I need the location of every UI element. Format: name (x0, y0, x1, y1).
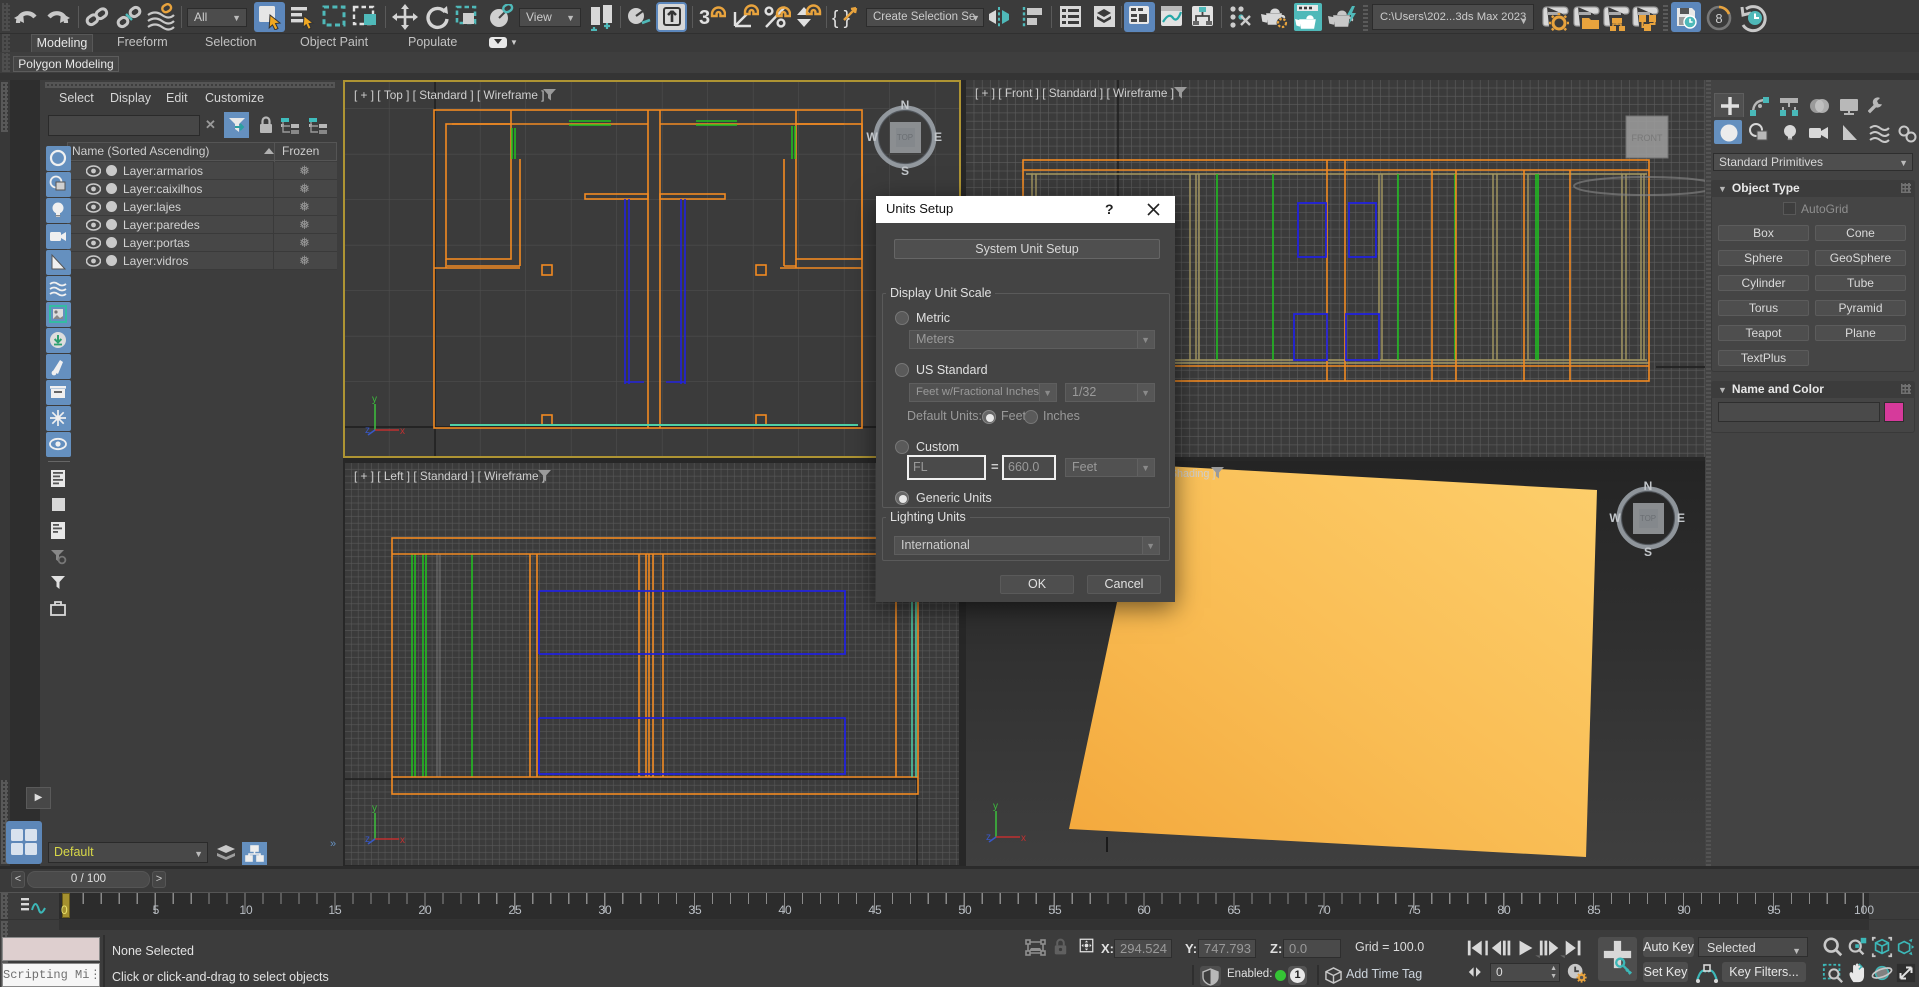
svg-text:y: y (993, 801, 998, 812)
svg-text:z: z (365, 834, 370, 845)
svg-text:[ + ] [ Front ] [ Standard ] [: [ + ] [ Front ] [ Standard ] [ Wireframe… (975, 86, 1174, 100)
svg-text:z: z (365, 425, 370, 436)
svg-text:FRONT: FRONT (1632, 133, 1663, 143)
svg-text:N: N (1644, 479, 1653, 493)
svg-text:E: E (934, 130, 942, 144)
svg-text:S: S (1644, 545, 1652, 559)
svg-text:W: W (1609, 511, 1621, 525)
svg-text:y: y (372, 803, 377, 814)
svg-text:E: E (1677, 511, 1685, 525)
svg-text:x: x (400, 426, 405, 437)
svg-text:W: W (866, 130, 878, 144)
svg-text:TOP: TOP (897, 133, 913, 142)
svg-text:x: x (1021, 833, 1026, 844)
svg-text:8: 8 (1715, 11, 1722, 26)
svg-text:{ }: { } (832, 8, 850, 29)
svg-text:x: x (400, 835, 405, 846)
svg-text:N: N (901, 98, 910, 112)
svg-text:[ + ] [ Top ] [ Standard ] [ W: [ + ] [ Top ] [ Standard ] [ Wireframe ] (354, 88, 544, 102)
svg-text:z: z (986, 832, 991, 843)
svg-text:3: 3 (699, 7, 710, 29)
svg-text:[ + ] [ Left ] [ Standard ] [: [ + ] [ Left ] [ Standard ] [ Wireframe … (354, 469, 545, 483)
svg-text:TOP: TOP (1640, 514, 1656, 523)
svg-text:S: S (901, 164, 909, 178)
svg-text:y: y (372, 394, 377, 405)
